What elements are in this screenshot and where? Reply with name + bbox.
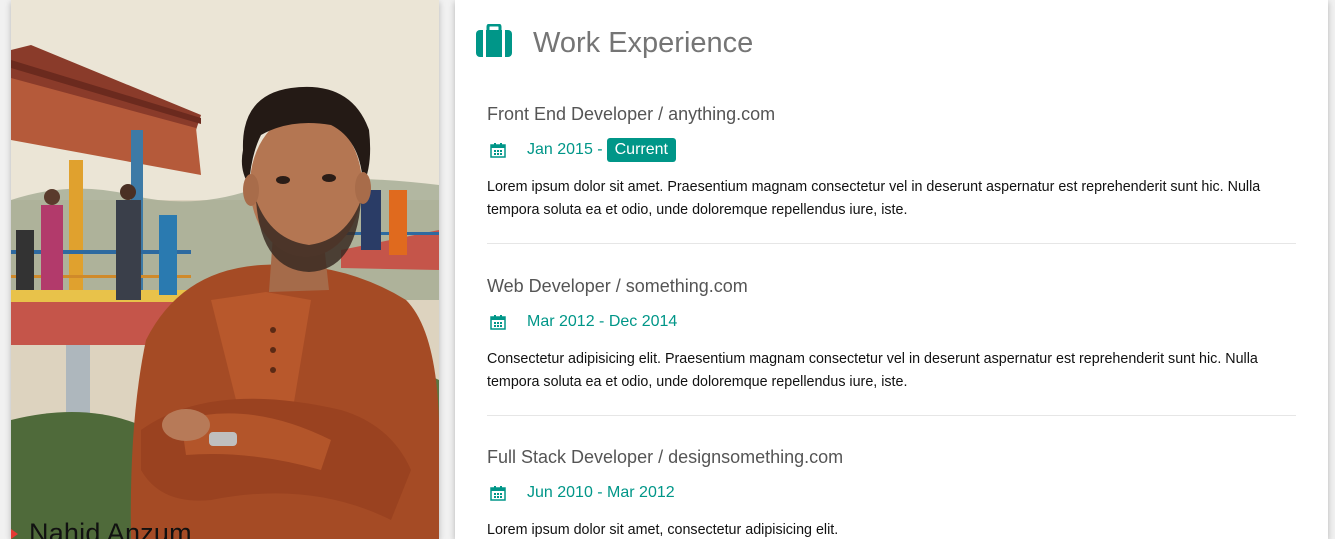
job-description: Lorem ipsum dolor sit amet, consectetur … bbox=[487, 522, 839, 538]
profile-name: Nahid Anzum bbox=[29, 518, 192, 539]
job-date-row: Mar 2012 - Dec 2014 bbox=[487, 310, 1296, 334]
section-header: Work Experience bbox=[475, 23, 754, 63]
calendar-icon bbox=[490, 315, 506, 330]
briefcase-icon bbox=[475, 23, 513, 63]
job-date-row: Jun 2010 - Mar 2012 bbox=[487, 481, 1296, 505]
calendar-icon bbox=[490, 143, 506, 158]
job-date: Jun 2010 - Mar 2012 bbox=[527, 484, 675, 501]
job-date-row: Jan 2015 - Current bbox=[487, 138, 1296, 162]
profile-card: Nahid Anzum bbox=[11, 0, 439, 539]
job-entry: Front End Developer / anything.com Jan 2… bbox=[487, 104, 1296, 222]
job-date: Jan 2015 - bbox=[527, 141, 603, 158]
divider bbox=[487, 415, 1296, 416]
job-description: Lorem ipsum dolor sit amet. Praesentium … bbox=[487, 179, 1261, 218]
divider bbox=[487, 243, 1296, 244]
profile-photo-illustration bbox=[11, 0, 439, 539]
calendar-icon bbox=[490, 486, 506, 501]
job-entry: Web Developer / something.com Mar 2012 -… bbox=[487, 276, 1296, 394]
name-marker-icon bbox=[11, 529, 18, 539]
job-entry: Full Stack Developer / designsomething.c… bbox=[487, 447, 1296, 539]
job-role: Front End Developer / anything.com bbox=[487, 104, 776, 124]
job-role: Web Developer / something.com bbox=[487, 276, 748, 296]
job-role: Full Stack Developer / designsomething.c… bbox=[487, 447, 844, 467]
section-title: Work Experience bbox=[533, 27, 754, 59]
work-experience-card: Work Experience Front End Developer / an… bbox=[455, 0, 1328, 539]
job-date: Mar 2012 - Dec 2014 bbox=[527, 313, 678, 330]
current-badge: Current bbox=[606, 138, 676, 162]
profile-photo bbox=[11, 0, 439, 539]
job-description: Consectetur adipisicing elit. Praesentiu… bbox=[487, 351, 1258, 390]
